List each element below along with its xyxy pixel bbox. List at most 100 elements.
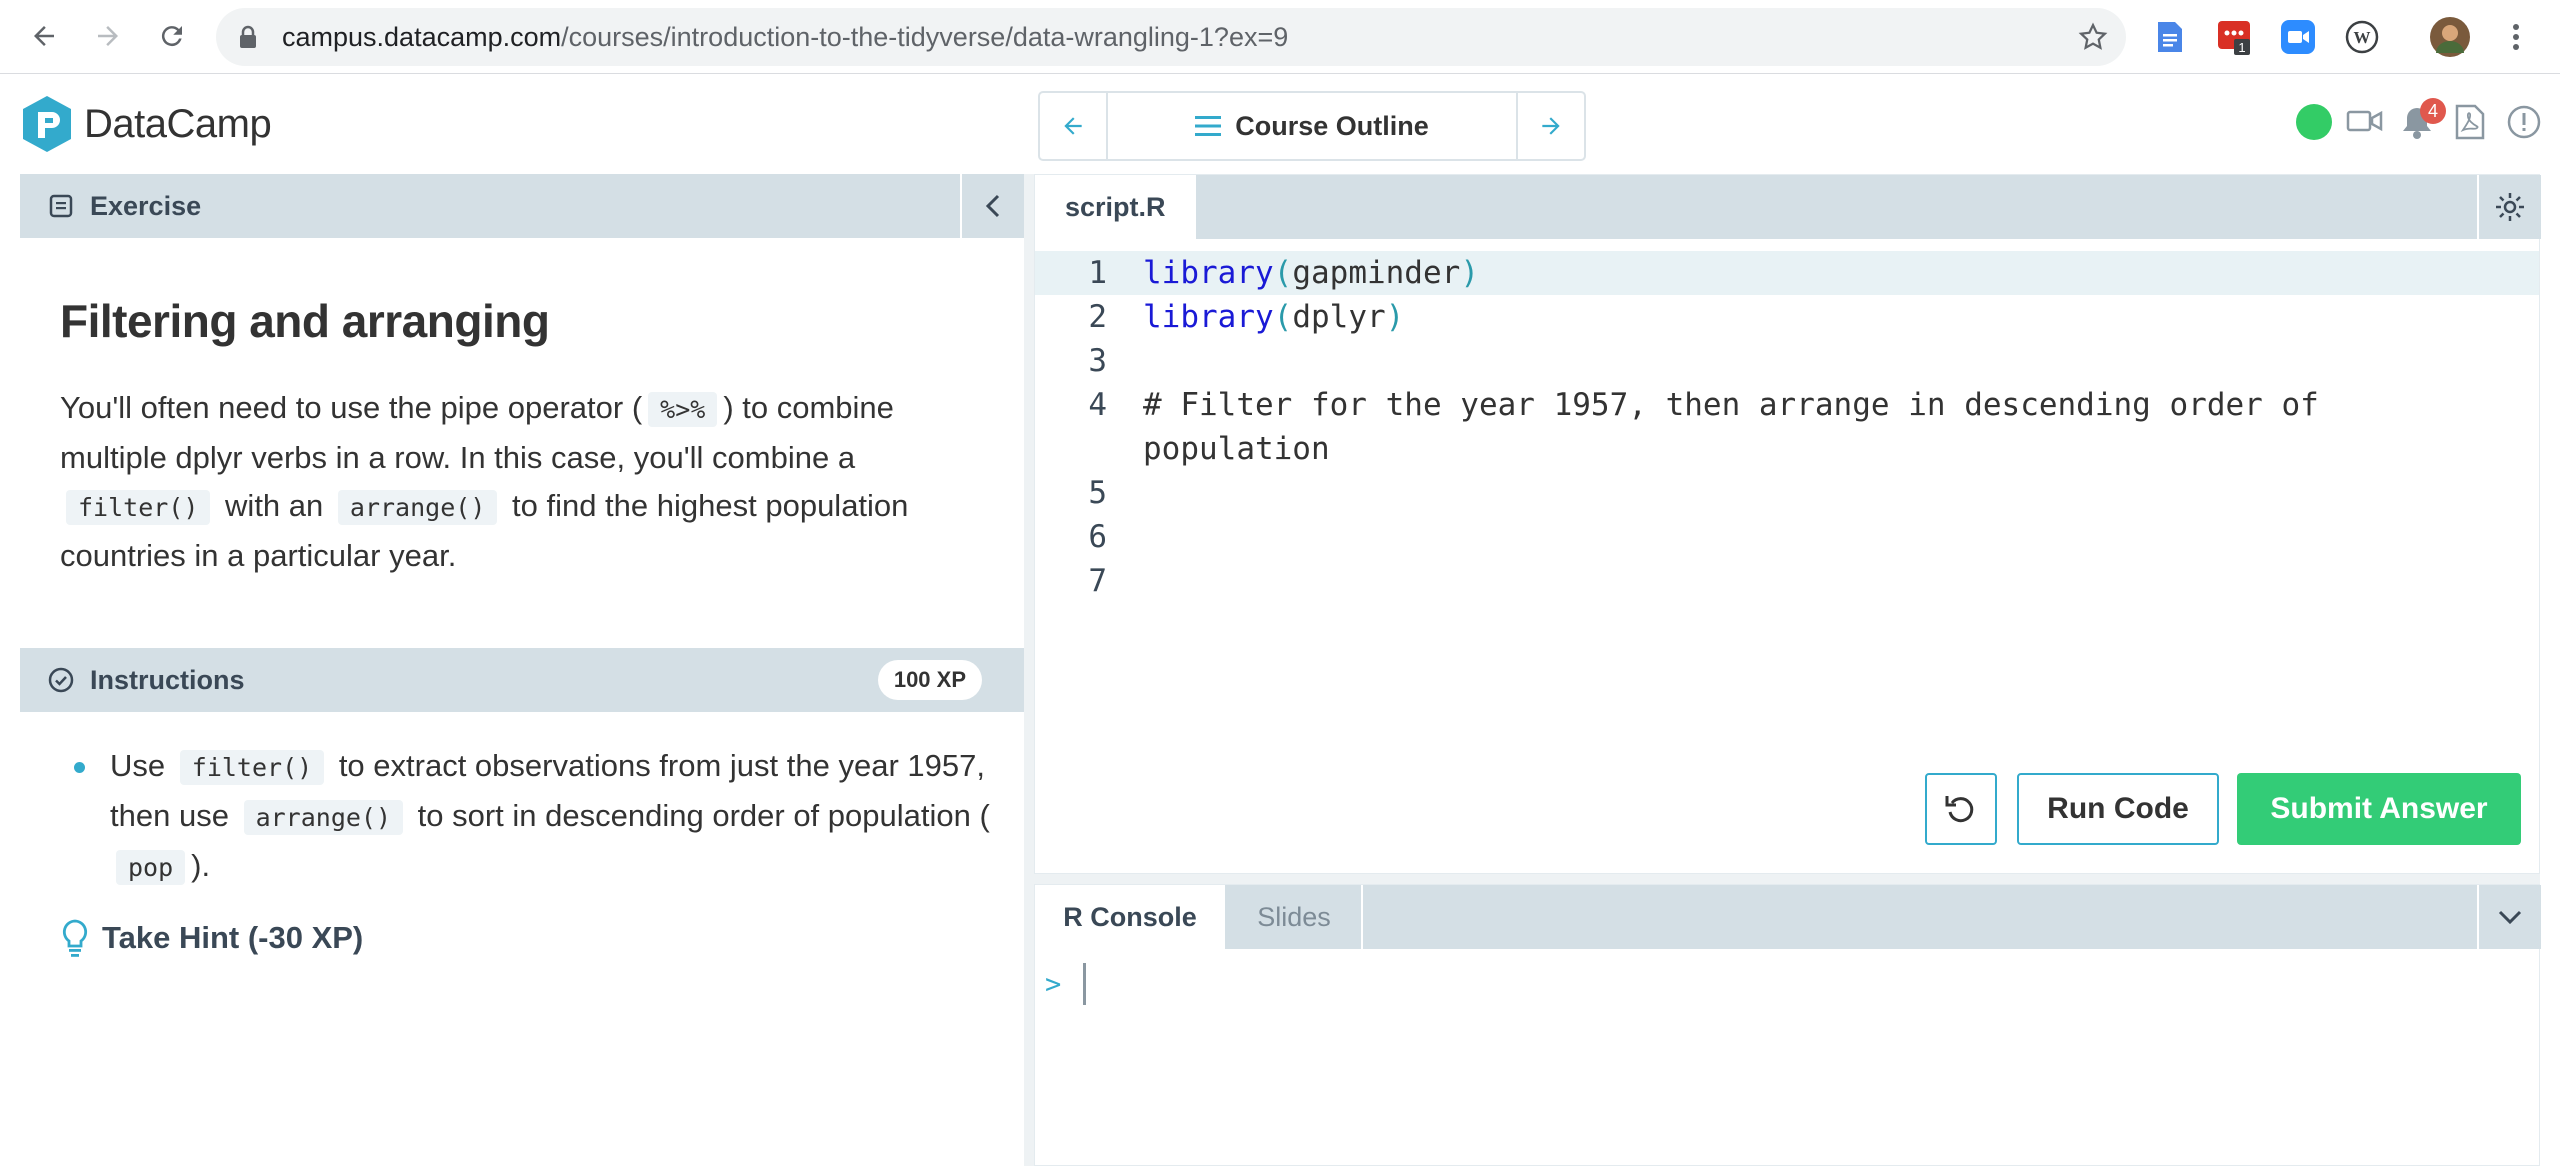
notification-count-badge: 4 <box>2420 98 2446 124</box>
code-line: 2 library(dplyr) <box>1035 295 2539 339</box>
code-line: 4 # Filter for the year 1957, then arran… <box>1035 383 2539 471</box>
reset-code-button[interactable] <box>1925 773 1997 845</box>
exercise-bar: Exercise <box>20 174 1024 238</box>
datacamp-logo[interactable]: DataCamp <box>20 94 272 154</box>
line-number: 7 <box>1088 563 1107 599</box>
url-text: campus.datacamp.com/courses/introduction… <box>282 22 1289 52</box>
reload-icon[interactable] <box>150 14 194 58</box>
instruction-text: ). <box>191 848 211 883</box>
forward-icon[interactable] <box>86 14 130 58</box>
session-status-dot <box>2296 104 2332 140</box>
editor-console-splitter[interactable] <box>1034 874 2540 884</box>
tab-script-r[interactable]: script.R <box>1035 175 1196 239</box>
more-vert-icon[interactable] <box>2496 17 2536 57</box>
pdf-slides-icon[interactable] <box>2454 104 2486 145</box>
exercise-description: You'll often need to use the pipe operat… <box>60 384 1000 580</box>
line-number: 4 <box>1088 387 1107 423</box>
code-line: 7 <box>1035 559 2539 603</box>
code-token: library <box>1143 255 1274 291</box>
course-outline-nav: Course Outline <box>1038 91 1586 161</box>
wordpress-extension-icon[interactable]: W <box>2342 17 2382 57</box>
next-exercise-button[interactable] <box>1518 93 1584 159</box>
back-icon[interactable] <box>22 14 66 58</box>
exercise-icon <box>48 193 74 219</box>
instructions-label: Instructions <box>90 664 245 695</box>
line-number: 3 <box>1088 343 1107 379</box>
bookmark-star-icon[interactable] <box>2078 22 2108 57</box>
code-line: 6 <box>1035 515 2539 559</box>
report-issue-icon[interactable] <box>2506 104 2542 145</box>
lightbulb-icon <box>60 918 90 958</box>
svg-text:1: 1 <box>2238 40 2245 55</box>
submit-answer-button[interactable]: Submit Answer <box>2237 773 2521 845</box>
code-line: 3 <box>1035 339 2539 383</box>
code-line: 5 <box>1035 471 2539 515</box>
line-number: 1 <box>1088 255 1107 291</box>
inline-code: pop <box>116 850 186 885</box>
inline-code: arrange() <box>243 800 404 835</box>
code-token: ) <box>1460 255 1479 291</box>
arrow-right-icon <box>1542 117 1560 135</box>
svg-text:W: W <box>2354 28 2371 47</box>
xp-badge: 100 XP <box>877 660 982 700</box>
todoist-extension-icon[interactable]: 1 <box>2214 17 2254 57</box>
instructions-bar: Instructions 100 XP <box>20 648 1024 712</box>
console-prompt: > <box>1045 969 1062 1000</box>
arrow-left-icon <box>1064 117 1082 135</box>
line-number: 6 <box>1088 519 1107 555</box>
code-token: ( <box>1273 299 1293 335</box>
instruction-text: Use <box>110 748 166 783</box>
instruction-text: to sort in descending order of populatio… <box>417 798 990 833</box>
run-code-button[interactable]: Run Code <box>2017 773 2219 845</box>
editor-settings-button[interactable] <box>2477 175 2541 239</box>
menu-icon <box>1195 116 1222 136</box>
prev-exercise-button[interactable] <box>1040 93 1106 159</box>
console-input[interactable] <box>1083 963 1086 1005</box>
exercise-title: Filtering and arranging <box>60 295 550 347</box>
code-input[interactable]: 1 library(gapminder) 2 library(dplyr) 3 … <box>1035 251 2539 603</box>
code-token: library <box>1143 299 1274 335</box>
code-token: ) <box>1385 299 1405 335</box>
lock-icon <box>238 25 258 54</box>
instructions-list: Use filter() to extract observations fro… <box>60 742 1020 892</box>
inline-code: filter() <box>179 750 325 785</box>
code-comment: # Filter for the year 1957, then arrange… <box>1143 387 2319 423</box>
chevron-down-icon <box>2498 910 2522 925</box>
console-panel: R Console Slides > <box>1034 884 2541 1166</box>
collapse-panel-button[interactable] <box>960 174 1024 238</box>
editor-tab-bar: script.R <box>1035 175 2541 239</box>
tab-r-console[interactable]: R Console <box>1035 885 1225 949</box>
profile-avatar[interactable] <box>2430 17 2470 57</box>
console-tab-bar: R Console Slides <box>1035 885 2541 949</box>
panel-splitter[interactable] <box>1024 174 1034 1166</box>
video-icon[interactable] <box>2346 104 2384 143</box>
reset-icon <box>1945 796 1974 823</box>
app-header: DataCamp Course Outline 4 <box>0 74 2560 174</box>
code-token: gapminder <box>1292 255 1461 291</box>
course-outline-label: Course Outline <box>1235 110 1429 141</box>
desc-text: You'll often need to use the pipe operat… <box>60 390 643 425</box>
docs-extension-icon[interactable] <box>2150 17 2190 57</box>
inline-code: %>% <box>648 392 718 427</box>
browser-toolbar: campus.datacamp.com/courses/introduction… <box>0 0 2560 74</box>
address-bar[interactable]: campus.datacamp.com/courses/introduction… <box>216 8 2126 66</box>
take-hint-label: Take Hint (-30 XP) <box>102 920 364 955</box>
logo-text: DataCamp <box>84 101 272 146</box>
zoom-extension-icon[interactable] <box>2278 17 2318 57</box>
datacamp-logo-icon <box>23 96 71 152</box>
desc-text: with an <box>225 488 324 523</box>
tab-slides[interactable]: Slides <box>1227 885 1363 949</box>
code-editor: script.R 1 library(gapminder) 2 library(… <box>1034 174 2541 874</box>
code-token: ( <box>1273 255 1293 291</box>
sun-icon <box>2496 193 2524 221</box>
take-hint-button[interactable]: Take Hint (-30 XP) <box>60 918 363 958</box>
code-token: dplyr <box>1292 299 1386 335</box>
expand-console-button[interactable] <box>2477 885 2541 949</box>
course-outline-button[interactable]: Course Outline <box>1106 93 1518 159</box>
code-line: 1 library(gapminder) <box>1035 251 2539 295</box>
line-number: 5 <box>1088 475 1107 511</box>
inline-code: filter() <box>66 490 211 525</box>
exercise-label: Exercise <box>90 190 202 221</box>
exercise-panel: Exercise Filtering and arranging You'll … <box>20 174 1024 1166</box>
check-circle-icon <box>48 667 74 693</box>
